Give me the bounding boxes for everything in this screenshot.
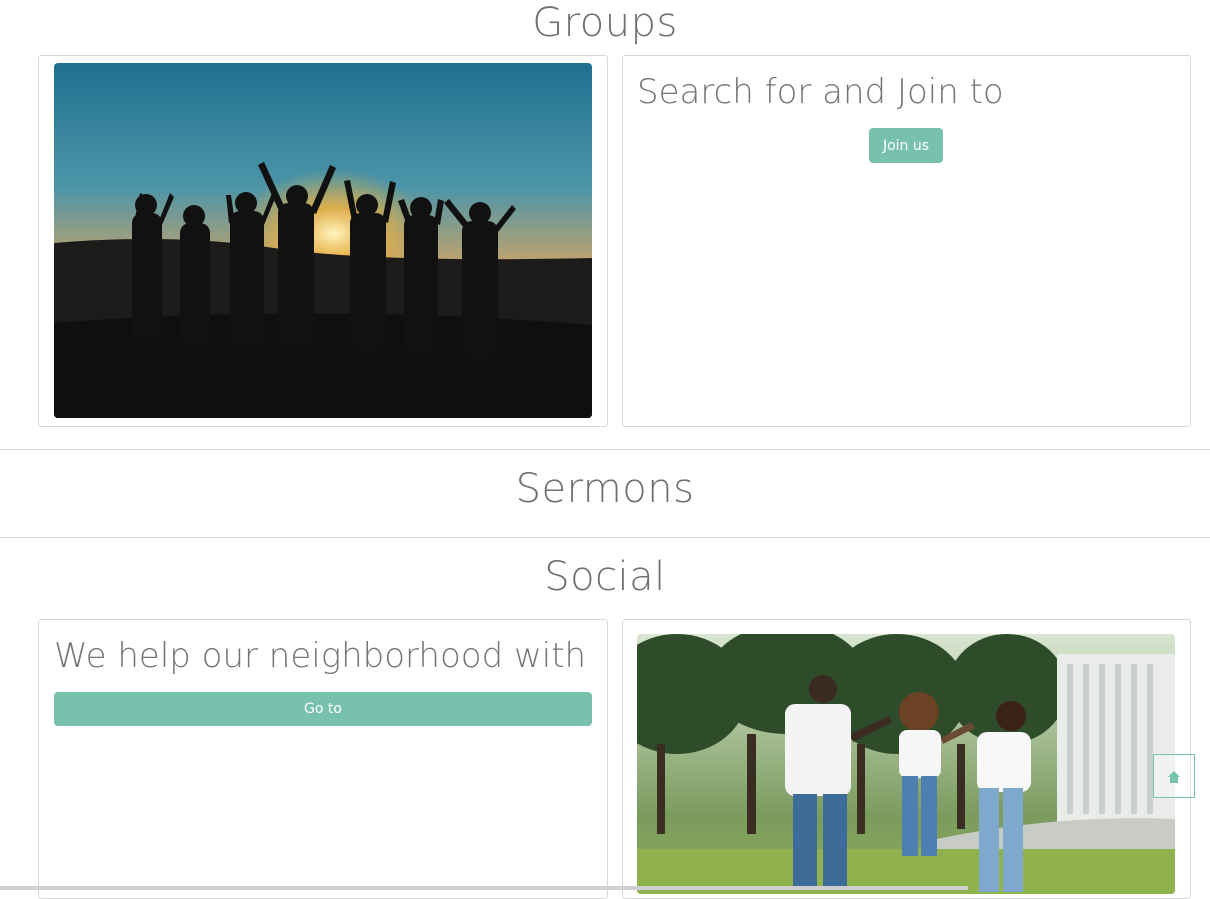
social-text-card: We help our neighborhood with Go to [38,619,608,899]
home-icon [1167,769,1181,783]
social-image-card [622,619,1191,899]
sermons-title: Sermons [515,466,695,512]
divider [0,449,1210,450]
social-title: Social [544,554,666,600]
horizontal-scrollbar[interactable] [0,886,968,890]
sunset-silhouette-image [54,63,592,418]
social-heading: We help our neighborhood with [54,636,587,676]
social-photo [637,634,1175,894]
join-us-button[interactable]: Join us [869,128,943,163]
groups-heading: Search for and Join to [637,72,1004,112]
go-to-button[interactable]: Go to [54,692,592,726]
groups-text-card: Search for and Join to Join us [622,55,1191,427]
divider [0,537,1210,538]
scroll-to-top-button[interactable] [1153,754,1195,798]
family-playing-image [637,634,1175,894]
groups-image-card [38,55,608,427]
groups-photo [54,63,592,418]
groups-title: Groups [532,0,678,46]
